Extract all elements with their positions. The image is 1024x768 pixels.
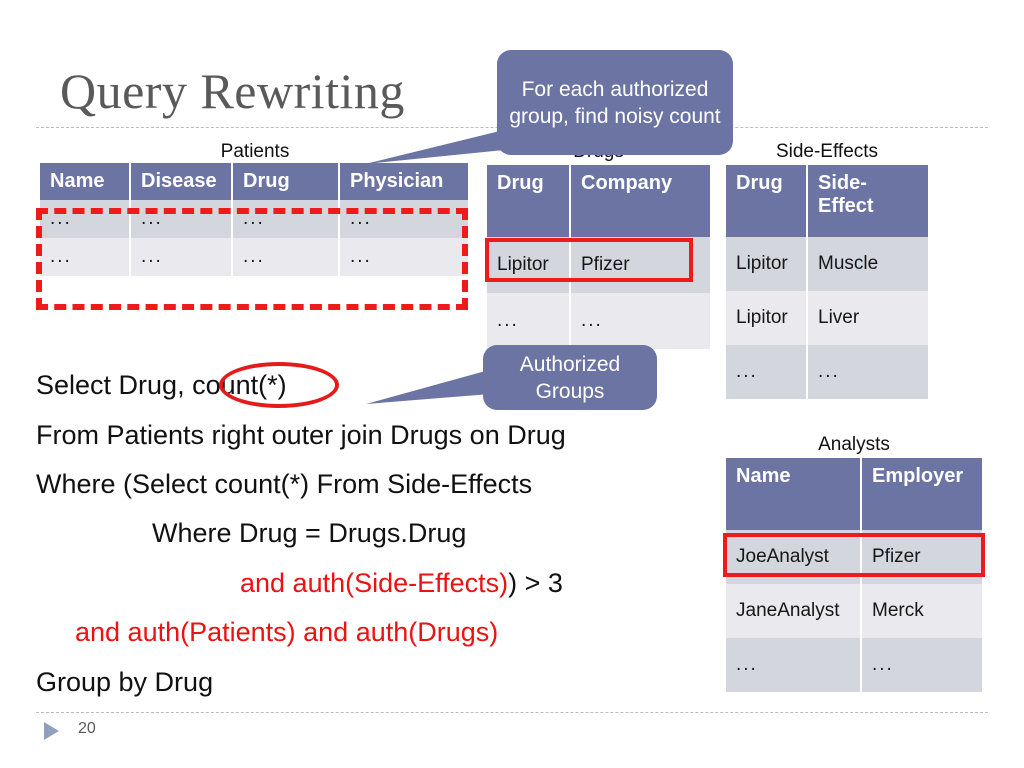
query-line-7: Group by Drug <box>36 667 214 697</box>
column-header-physician: Physician <box>340 163 468 200</box>
cell: Lipitor <box>487 237 571 293</box>
cell: Pfizer <box>862 530 982 584</box>
table-row: ... ... <box>726 638 982 692</box>
cell: JaneAnalyst <box>726 584 862 638</box>
callout-noisy-count-text: For each authorized group, find noisy co… <box>509 77 721 128</box>
query-line-4: Where Drug = Drugs.Drug <box>152 518 467 548</box>
query-line-3: Where (Select count(*) From Side-Effects <box>36 469 533 499</box>
column-header-drug: Drug <box>233 163 340 200</box>
page-number: 20 <box>78 720 96 737</box>
column-header-name: Name <box>40 163 131 200</box>
slide-canvas: Query Rewriting 20 Patients Name Disease… <box>0 0 1024 768</box>
cell: Lipitor <box>726 237 808 291</box>
column-header-side-effect: Side-Effect <box>808 165 928 237</box>
table-row: Lipitor Pfizer <box>487 237 710 293</box>
column-header-company: Company <box>571 165 710 237</box>
table-row: Lipitor Muscle <box>726 237 928 291</box>
column-header-name: Name <box>726 458 862 530</box>
column-header-drug: Drug <box>487 165 571 237</box>
cell: ... <box>571 293 710 349</box>
query-line-2: From Patients right outer join Drugs on … <box>36 420 566 450</box>
table-row: JoeAnalyst Pfizer <box>726 530 982 584</box>
callout-authorized-groups-text: Authorized Groups <box>519 352 621 403</box>
table-row: ... ... ... ... <box>40 200 468 238</box>
table-row: ... ... ... ... <box>40 238 468 276</box>
query-line-1: Select Drug, count(*) <box>36 370 287 400</box>
page-title: Query Rewriting <box>60 63 405 119</box>
column-header-disease: Disease <box>131 163 233 200</box>
analysts-table-caption: Analysts <box>818 434 890 455</box>
cell: Lipitor <box>726 291 808 345</box>
cell: ... <box>233 238 340 276</box>
table-row: JaneAnalyst Merck <box>726 584 982 638</box>
cell: ... <box>40 200 131 238</box>
table-row: ... ... <box>487 293 710 349</box>
patients-table: Name Disease Drug Physician ... ... ... … <box>40 163 468 276</box>
cell: ... <box>862 638 982 692</box>
column-header-drug: Drug <box>726 165 808 237</box>
callout-authorized-groups: Authorized Groups <box>483 345 657 410</box>
cell: Pfizer <box>571 237 710 293</box>
cell: ... <box>40 238 131 276</box>
cell: JoeAnalyst <box>726 530 862 584</box>
query-line-5: and auth(Side-Effects)) > 3 <box>240 568 563 598</box>
callout-noisy-count: For each authorized group, find noisy co… <box>497 50 733 155</box>
footer-divider <box>36 712 988 713</box>
drugs-table: Drug Company Lipitor Pfizer ... ... <box>487 165 710 349</box>
cell: ... <box>726 345 808 399</box>
table-row: ... ... <box>726 345 928 399</box>
cell: ... <box>340 238 468 276</box>
analysts-table: Name Employer JoeAnalyst Pfizer JaneAnal… <box>726 458 982 692</box>
table-row: Lipitor Liver <box>726 291 928 345</box>
cell: Merck <box>862 584 982 638</box>
query-line-1-prefix: Select Drug, <box>36 370 193 400</box>
table-header-row: Drug Company <box>487 165 710 237</box>
cell: Liver <box>808 291 928 345</box>
query-line-1-count: count(*) <box>192 370 287 400</box>
cell: ... <box>340 200 468 238</box>
cell: ... <box>131 200 233 238</box>
cell: ... <box>808 345 928 399</box>
query-line-5-auth: and auth(Side-Effects) <box>240 568 509 598</box>
cell: Muscle <box>808 237 928 291</box>
cell: ... <box>726 638 862 692</box>
triangle-bullet-icon <box>44 722 59 740</box>
query-line-6: and auth(Patients) and auth(Drugs) <box>75 617 499 647</box>
side-effects-table: Drug Side-Effect Lipitor Muscle Lipitor … <box>726 165 928 399</box>
patients-table-caption: Patients <box>220 141 290 162</box>
table-header-row: Name Disease Drug Physician <box>40 163 468 200</box>
cell: ... <box>233 200 340 238</box>
table-header-row: Name Employer <box>726 458 982 530</box>
cell: ... <box>131 238 233 276</box>
side-effects-table-caption: Side-Effects <box>775 141 879 162</box>
table-header-row: Drug Side-Effect <box>726 165 928 237</box>
cell: ... <box>487 293 571 349</box>
column-header-employer: Employer <box>862 458 982 530</box>
query-line-5-tail: ) > 3 <box>508 568 563 598</box>
